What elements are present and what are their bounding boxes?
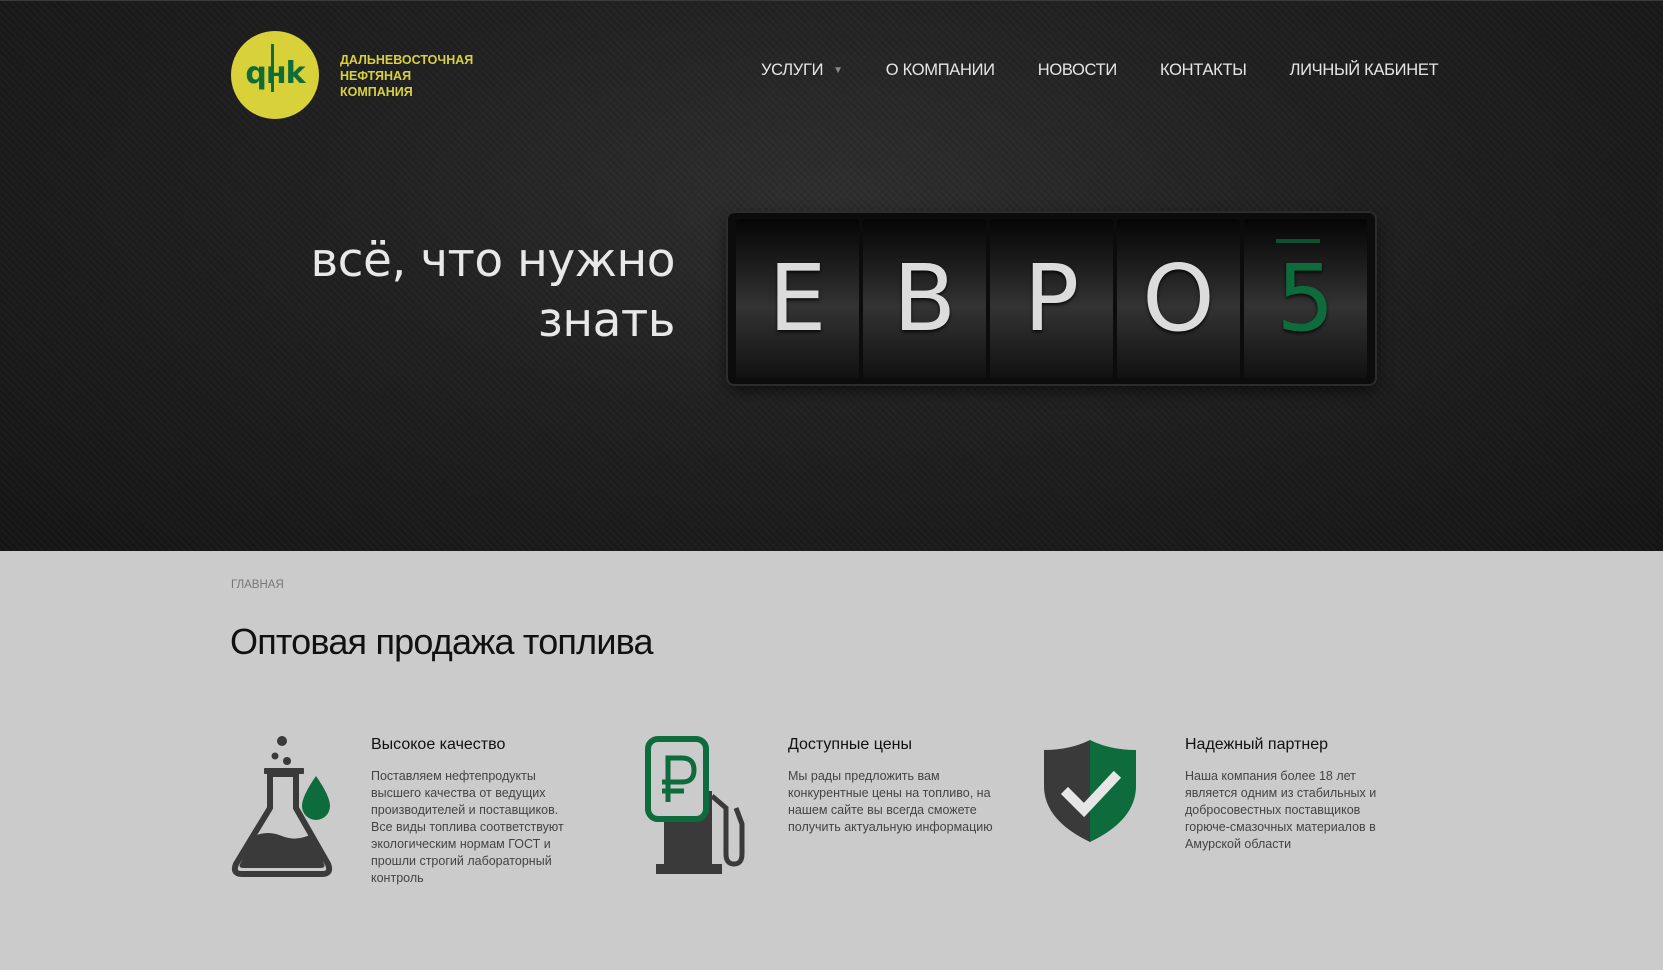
odometer-digit: В [863,219,986,378]
nav-item-account[interactable]: ЛИЧНЫЙ КАБИНЕТ [1290,61,1439,80]
fuel-pump-ruble-icon [645,736,745,874]
odometer-digit: Е [736,219,859,378]
main-nav: УСЛУГИ ▼ О КОМПАНИИ НОВОСТИ КОНТАКТЫ ЛИЧ… [761,61,1439,80]
shield-check-icon [1044,740,1136,842]
nav-item-news[interactable]: НОВОСТИ [1038,61,1118,80]
logo-text[interactable]: ДАЛЬНЕВОСТОЧНАЯ НЕФТЯНАЯ КОМПАНИЯ [340,52,473,100]
odometer-digit-highlight: 5 [1244,219,1367,378]
nav-item-label: УСЛУГИ [761,61,824,79]
odometer-digit: О [1117,219,1240,378]
odometer-digit: Р [990,219,1113,378]
hero-section: qнk ДАЛЬНЕВОСТОЧНАЯ НЕФТЯНАЯ КОМПАНИЯ УС… [0,0,1663,551]
page-title: Оптовая продажа топлива [230,621,654,662]
logo-mark: qнk [245,43,306,92]
flask-icon [231,736,333,877]
hero-tagline: всё, что нужно знать [260,231,675,351]
logo-text-line: НЕФТЯНАЯ [340,69,412,83]
feature-title: Доступные цены [788,736,912,753]
logo-text-line: ДАЛЬНЕВОСТОЧНАЯ [340,53,474,67]
odometer-display: Е В Р О 5 [728,213,1375,384]
nav-item-services[interactable]: УСЛУГИ ▼ [761,61,843,80]
main-content: ГЛАВНАЯ Оптовая продажа топлива Высокое … [0,551,1663,970]
feature-text: Поставляем нефтепродукты высшего качеств… [371,769,564,885]
feature-text: Мы рады предложить вам конкурентные цены… [788,769,993,834]
caret-down-icon: ▼ [833,65,843,76]
nav-item-about[interactable]: О КОМПАНИИ [886,61,995,80]
feature-text: Наша компания более 18 лет является одни… [1185,769,1377,851]
hero-tagline-line: всё, что нужно [310,233,675,288]
feature-title: Высокое качество [371,736,506,753]
feature-title: Надежный партнер [1185,736,1328,753]
logo[interactable]: qнk [231,31,319,119]
breadcrumb[interactable]: ГЛАВНАЯ [231,579,284,591]
hero-tagline-line: знать [537,293,676,348]
nav-item-contacts[interactable]: КОНТАКТЫ [1160,61,1247,80]
logo-text-line: КОМПАНИЯ [340,85,413,99]
